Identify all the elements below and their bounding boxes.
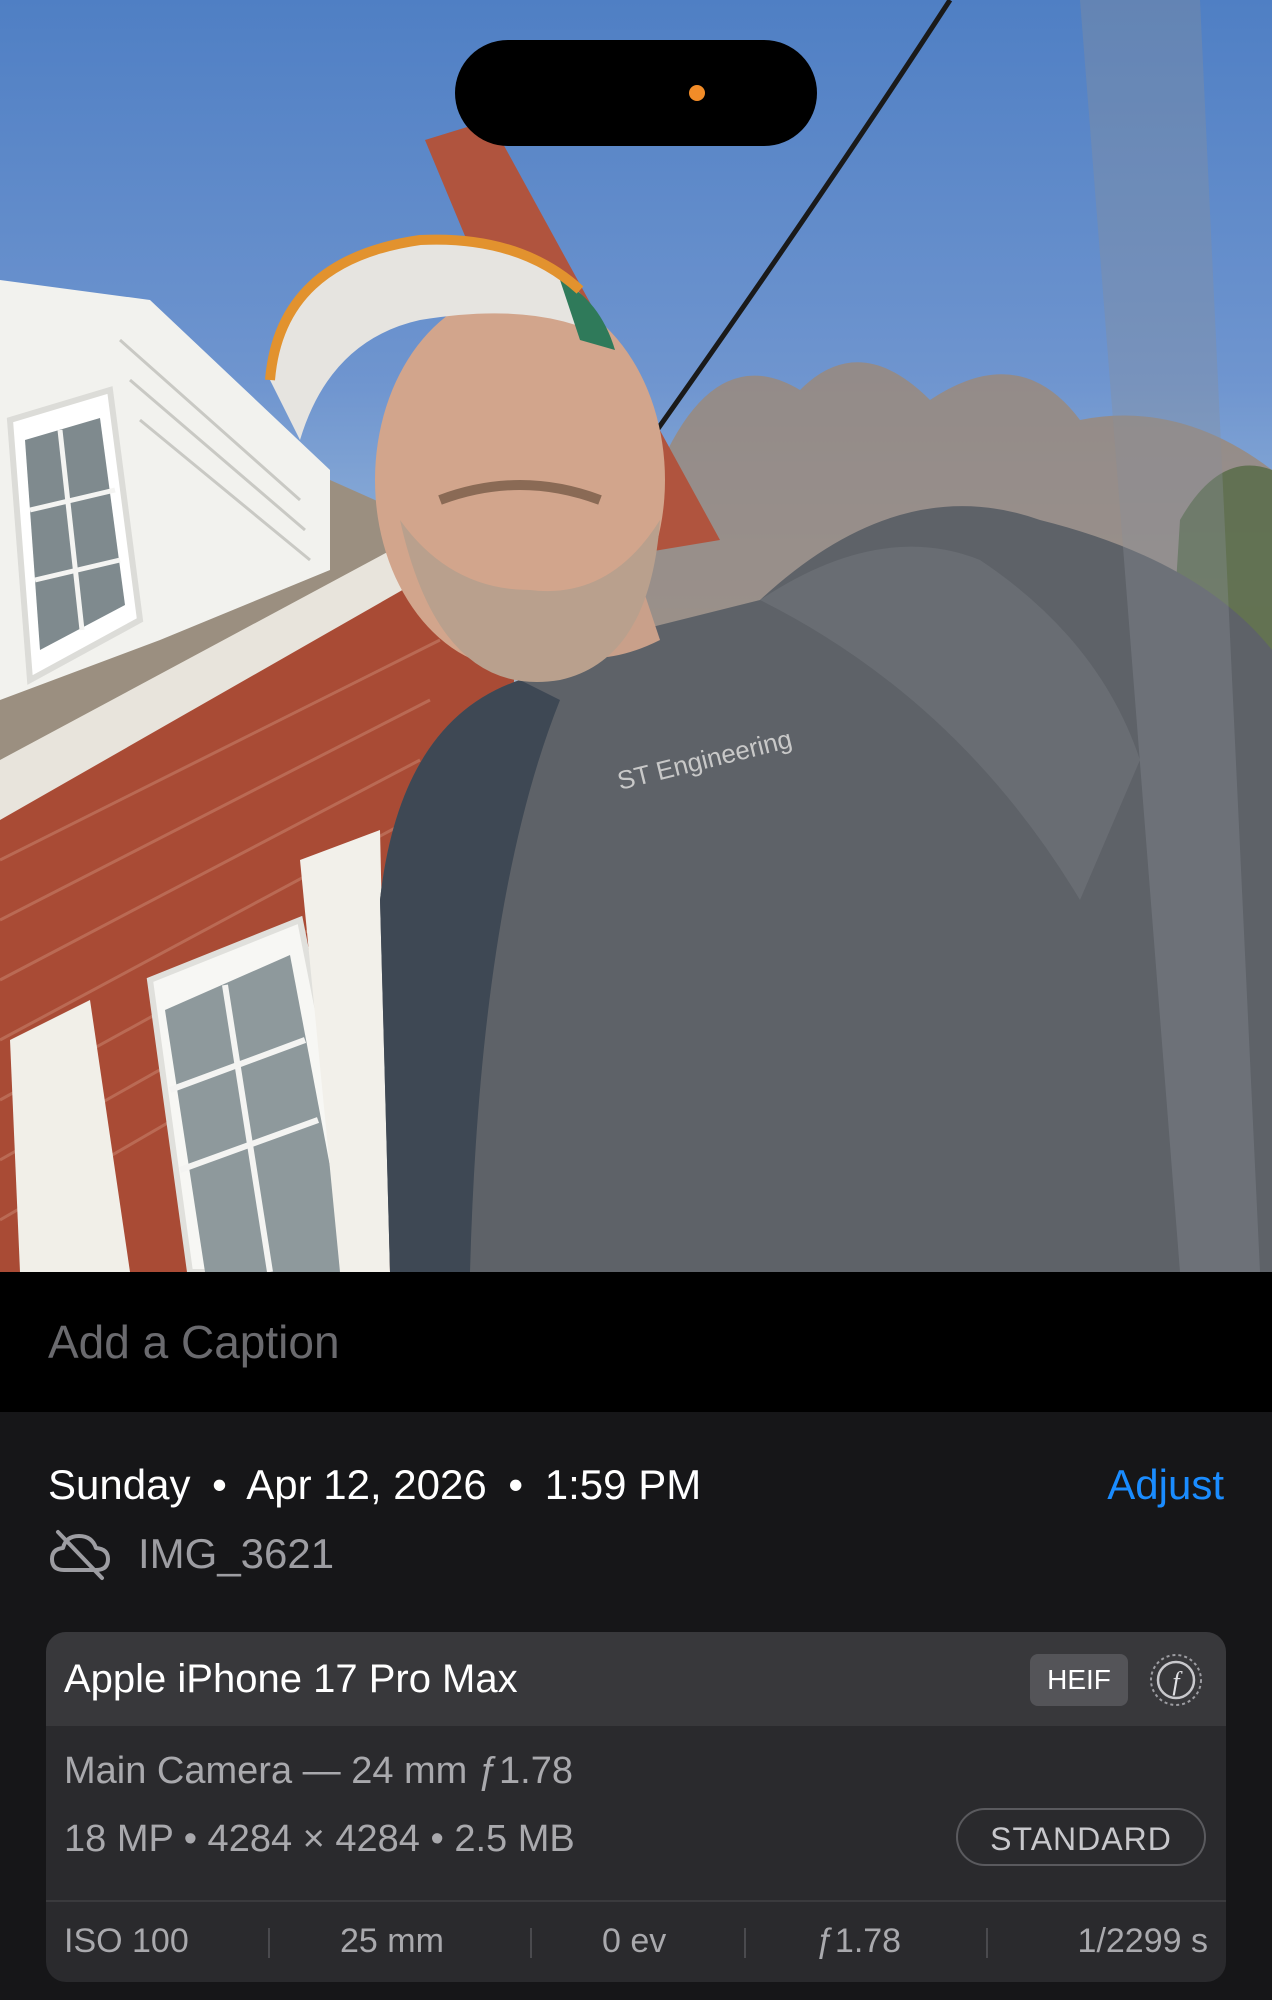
caption-input[interactable]: Add a Caption (48, 1312, 1224, 1372)
date-label: Apr 12, 2026 (246, 1461, 487, 1508)
exif-separator (530, 1928, 532, 1958)
file-row: IMG_3621 (48, 1526, 334, 1582)
camera-info-card: Apple iPhone 17 Pro Max HEIF f Main Came… (46, 1632, 1226, 1982)
caption-section: Add a Caption (0, 1272, 1272, 1412)
aperture-value: ƒ1.78 (816, 1922, 902, 1960)
exposure-value: 0 ev (602, 1922, 667, 1960)
shutter-speed-value: 1/2299 s (1077, 1922, 1208, 1960)
info-panel: Sunday • Apr 12, 2026 • 1:59 PM Adjust I… (0, 1412, 1272, 2000)
svg-text:f: f (1172, 1667, 1183, 1696)
image-specs: 18 MP • 4284 × 4284 • 2.5 MB (64, 1818, 575, 1860)
f-aperture-icon[interactable]: f (1148, 1652, 1204, 1708)
exif-row: ISO 100 25 mm 0 ev ƒ1.78 1/2299 s (46, 1902, 1226, 1982)
date-time-line: Sunday • Apr 12, 2026 • 1:59 PM (48, 1458, 701, 1512)
device-name: Apple iPhone 17 Pro Max (64, 1657, 518, 1701)
lens-info: Main Camera — 24 mm ƒ1.78 (64, 1750, 573, 1792)
exif-separator (268, 1928, 270, 1958)
photo-image: ST Engineering (0, 0, 1272, 1272)
format-badge: HEIF (1030, 1654, 1128, 1706)
separator: • (212, 1461, 227, 1508)
recording-indicator-dot (689, 85, 705, 101)
time-label: 1:59 PM (544, 1461, 702, 1508)
card-header: Apple iPhone 17 Pro Max HEIF f (46, 1632, 1226, 1726)
photo-viewer[interactable]: ST Engineering (0, 0, 1272, 1272)
profile-badge: STANDARD (956, 1808, 1206, 1866)
dynamic-island (455, 40, 817, 146)
day-label: Sunday (48, 1461, 191, 1508)
iso-value: ISO 100 (64, 1922, 189, 1960)
focal-length-value: 25 mm (340, 1922, 444, 1960)
separator: • (508, 1461, 524, 1508)
exif-separator (986, 1928, 988, 1958)
adjust-button[interactable]: Adjust (1107, 1458, 1224, 1512)
cloud-slash-icon (50, 1530, 110, 1580)
filename: IMG_3621 (138, 1530, 335, 1577)
exif-separator (744, 1928, 746, 1958)
